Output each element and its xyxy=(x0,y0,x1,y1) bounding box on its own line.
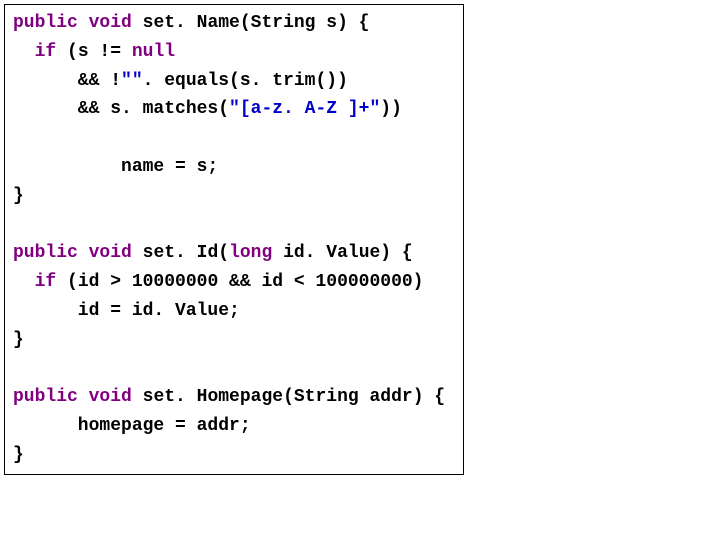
code-text: } xyxy=(13,186,24,206)
code-text: set. Id( xyxy=(132,243,229,263)
code-content: public void set. Name(String s) { if (s … xyxy=(13,9,455,470)
keyword-if: if xyxy=(35,42,57,62)
keyword-public: public xyxy=(13,13,78,33)
code-text: && ! xyxy=(13,71,121,91)
keyword-public: public xyxy=(13,387,78,407)
code-text: && s. matches( xyxy=(13,99,229,119)
keyword-null: null xyxy=(132,42,175,62)
code-text: homepage = addr; xyxy=(13,416,251,436)
code-text: } xyxy=(13,330,24,350)
string-literal: "" xyxy=(121,71,143,91)
code-text xyxy=(13,272,35,292)
code-text: id = id. Value; xyxy=(13,301,240,321)
code-text xyxy=(13,42,35,62)
code-text: id. Value) { xyxy=(272,243,412,263)
keyword-void: void xyxy=(89,243,132,263)
keyword-void: void xyxy=(89,13,132,33)
string-literal: "[a-z. A-Z ]+" xyxy=(229,99,380,119)
code-text: name = s; xyxy=(13,157,218,177)
code-text: )) xyxy=(380,99,402,119)
code-block: public void set. Name(String s) { if (s … xyxy=(4,4,464,475)
keyword-public: public xyxy=(13,243,78,263)
code-text: set. Homepage(String addr) { xyxy=(132,387,445,407)
code-text: set. Name(String s) { xyxy=(132,13,370,33)
keyword-void: void xyxy=(89,387,132,407)
keyword-long: long xyxy=(229,243,272,263)
code-text: (id > 10000000 && id < 100000000) xyxy=(56,272,423,292)
code-text: } xyxy=(13,445,24,465)
keyword-if: if xyxy=(35,272,57,292)
code-text: (s != xyxy=(56,42,132,62)
code-text: . equals(s. trim()) xyxy=(143,71,348,91)
